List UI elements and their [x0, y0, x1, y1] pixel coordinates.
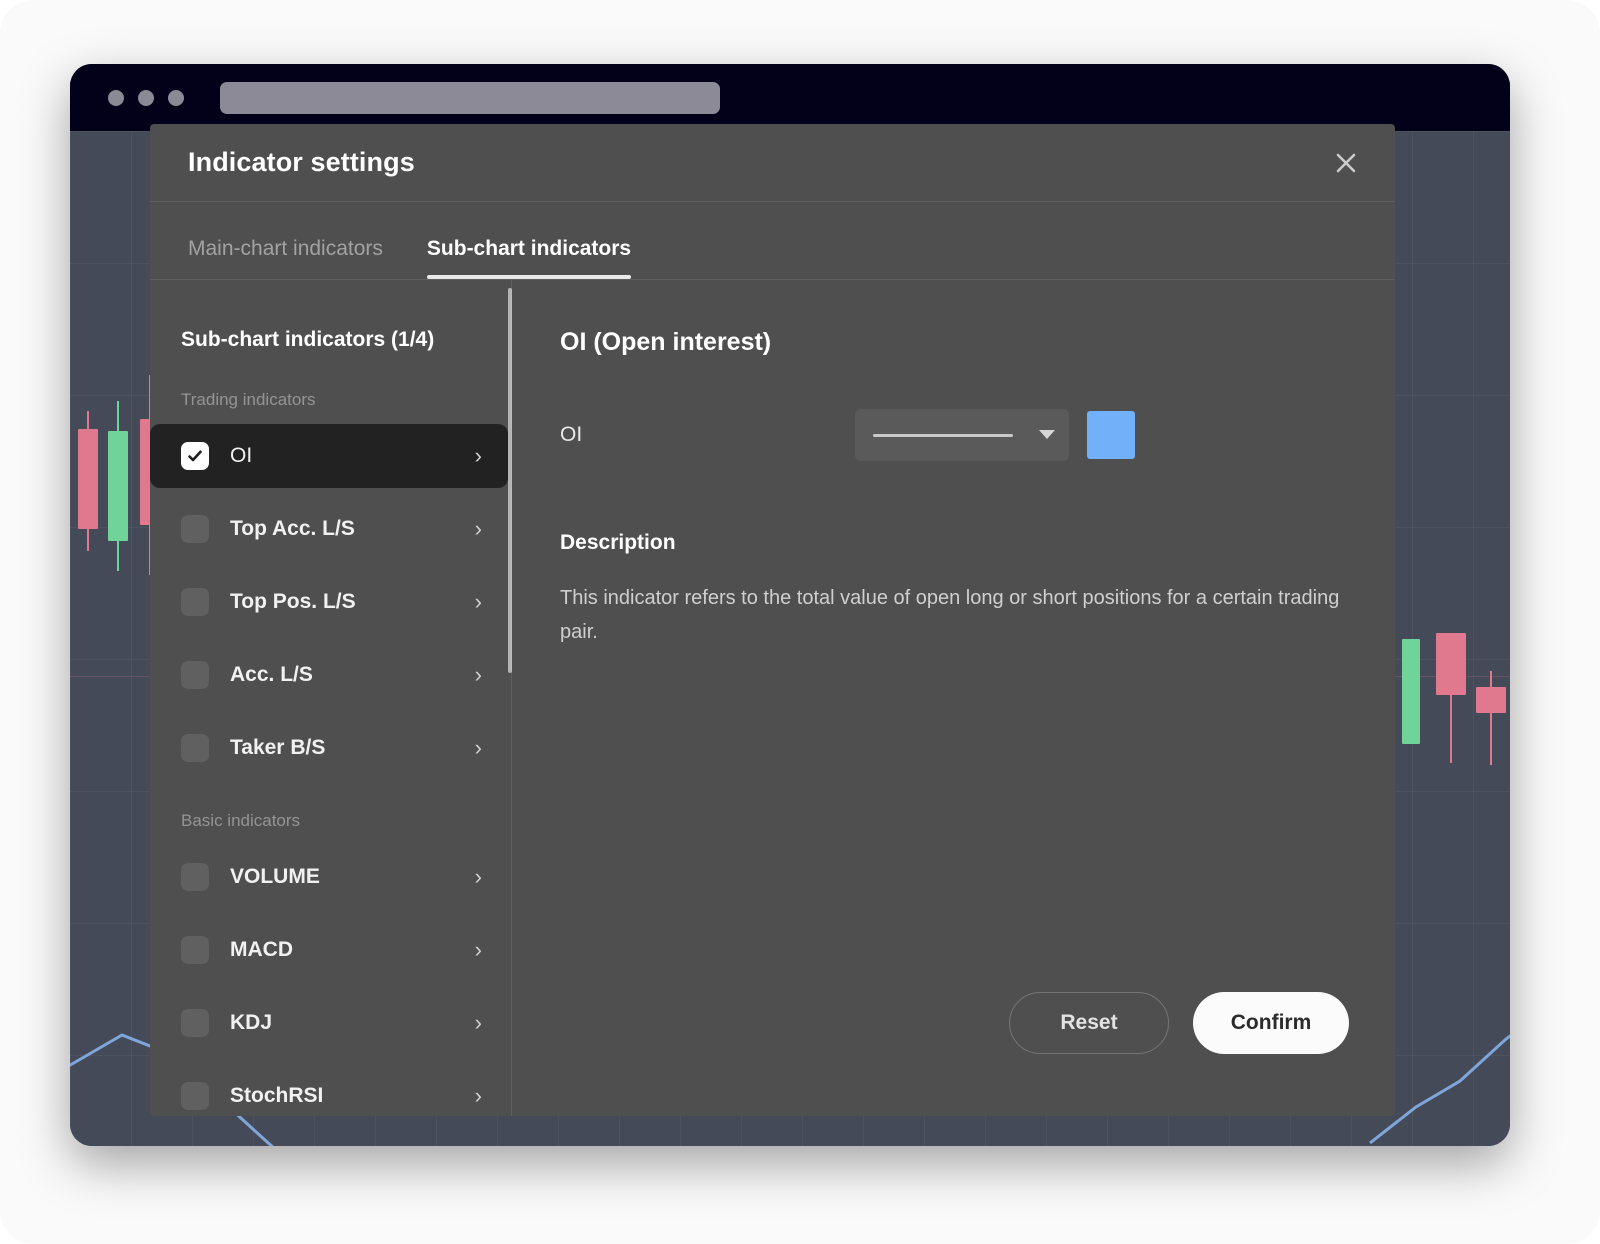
sidebar-item-stochrsi[interactable]: StochRSI › — [150, 1064, 508, 1116]
close-icon[interactable] — [1325, 142, 1367, 184]
checkbox-icon[interactable] — [181, 936, 209, 964]
group-label-trading-indicators: Trading indicators — [181, 390, 316, 409]
oi-field-label: OI — [560, 423, 583, 446]
sidebar-item-taker-bs[interactable]: Taker B/S › — [150, 716, 508, 780]
sidebar-item-top-acc-ls[interactable]: Top Acc. L/S › — [150, 497, 508, 561]
tab-main-chart-indicators[interactable]: Main-chart indicators — [188, 237, 383, 279]
tab-sub-chart-indicators[interactable]: Sub-chart indicators — [426, 237, 632, 279]
modal-tabs: Main-chart indicators Sub-chart indicato… — [150, 202, 1395, 280]
close-dot[interactable] — [108, 89, 124, 106]
sidebar-item-top-pos-ls[interactable]: Top Pos. L/S › — [150, 570, 508, 634]
maximize-dot[interactable] — [168, 89, 184, 106]
chevron-right-icon[interactable]: › — [475, 737, 482, 759]
sidebar-item-label: Taker B/S — [230, 736, 326, 759]
modal-footer: Reset Confirm — [560, 992, 1349, 1116]
description-text: This indicator refers to the total value… — [560, 587, 1340, 644]
minimize-dot[interactable] — [138, 89, 154, 106]
sidebar-item-label: OI — [230, 444, 253, 467]
reset-button[interactable]: Reset — [1009, 992, 1169, 1054]
modal-body: Sub-chart indicators (1/4) Trading indic… — [150, 280, 1395, 1116]
chevron-right-icon[interactable]: › — [475, 591, 482, 613]
checkbox-icon[interactable] — [181, 1009, 209, 1037]
chevron-right-icon[interactable]: › — [475, 939, 482, 961]
sidebar-item-label: MACD — [230, 938, 293, 961]
sidebar-item-label: Top Acc. L/S — [230, 517, 355, 540]
color-swatch[interactable] — [1087, 411, 1135, 459]
oi-field-row: OI — [560, 409, 1349, 461]
confirm-button[interactable]: Confirm — [1193, 992, 1349, 1054]
checkbox-checked-icon[interactable] — [181, 442, 209, 470]
description-title: Description — [560, 531, 676, 554]
checkbox-icon[interactable] — [181, 734, 209, 762]
sidebar-item-label: KDJ — [230, 1011, 273, 1034]
chevron-right-icon[interactable]: › — [475, 866, 482, 888]
checkbox-icon[interactable] — [181, 863, 209, 891]
checkbox-icon[interactable] — [181, 588, 209, 616]
sidebar-item-acc-ls[interactable]: Acc. L/S › — [150, 643, 508, 707]
sidebar-item-label: Top Pos. L/S — [230, 590, 356, 613]
indicator-sidebar: Sub-chart indicators (1/4) Trading indic… — [150, 280, 512, 1116]
sidebar-heading: Sub-chart indicators (1/4) — [181, 328, 435, 351]
browser-chrome — [70, 64, 1510, 131]
sidebar-item-oi[interactable]: OI › — [150, 424, 508, 488]
checkbox-icon[interactable] — [181, 661, 209, 689]
sidebar-item-kdj[interactable]: KDJ › — [150, 991, 508, 1055]
line-style-preview-solid — [873, 433, 1013, 437]
address-bar[interactable] — [220, 81, 720, 114]
chevron-right-icon[interactable]: › — [475, 1012, 482, 1034]
line-style-select[interactable] — [855, 409, 1069, 461]
detail-title: OI (Open interest) — [560, 328, 772, 356]
chevron-right-icon[interactable]: › — [475, 445, 482, 467]
checkbox-icon[interactable] — [181, 515, 209, 543]
chevron-right-icon[interactable]: › — [475, 1085, 482, 1107]
sidebar-item-macd[interactable]: MACD › — [150, 918, 508, 982]
chevron-down-icon[interactable] — [1039, 429, 1055, 442]
browser-window: Indicator settings Main-chart indicators… — [70, 64, 1510, 1146]
group-label-basic-indicators: Basic indicators — [181, 811, 301, 830]
sidebar-item-label: Acc. L/S — [230, 663, 313, 686]
modal-header: Indicator settings — [150, 124, 1395, 202]
chevron-right-icon[interactable]: › — [475, 518, 482, 540]
sidebar-item-label: StochRSI — [230, 1084, 324, 1107]
sidebar-item-volume[interactable]: VOLUME › — [150, 845, 508, 909]
sidebar-item-label: VOLUME — [230, 865, 320, 888]
checkbox-icon[interactable] — [181, 1082, 209, 1110]
page-title: Indicator settings — [188, 147, 415, 177]
indicator-detail-panel: OI (Open interest) OI Description This i… — [512, 280, 1395, 1116]
indicator-settings-modal: Indicator settings Main-chart indicators… — [150, 124, 1395, 1116]
page-root: Indicator settings Main-chart indicators… — [0, 0, 1600, 1244]
chevron-right-icon[interactable]: › — [475, 664, 482, 686]
